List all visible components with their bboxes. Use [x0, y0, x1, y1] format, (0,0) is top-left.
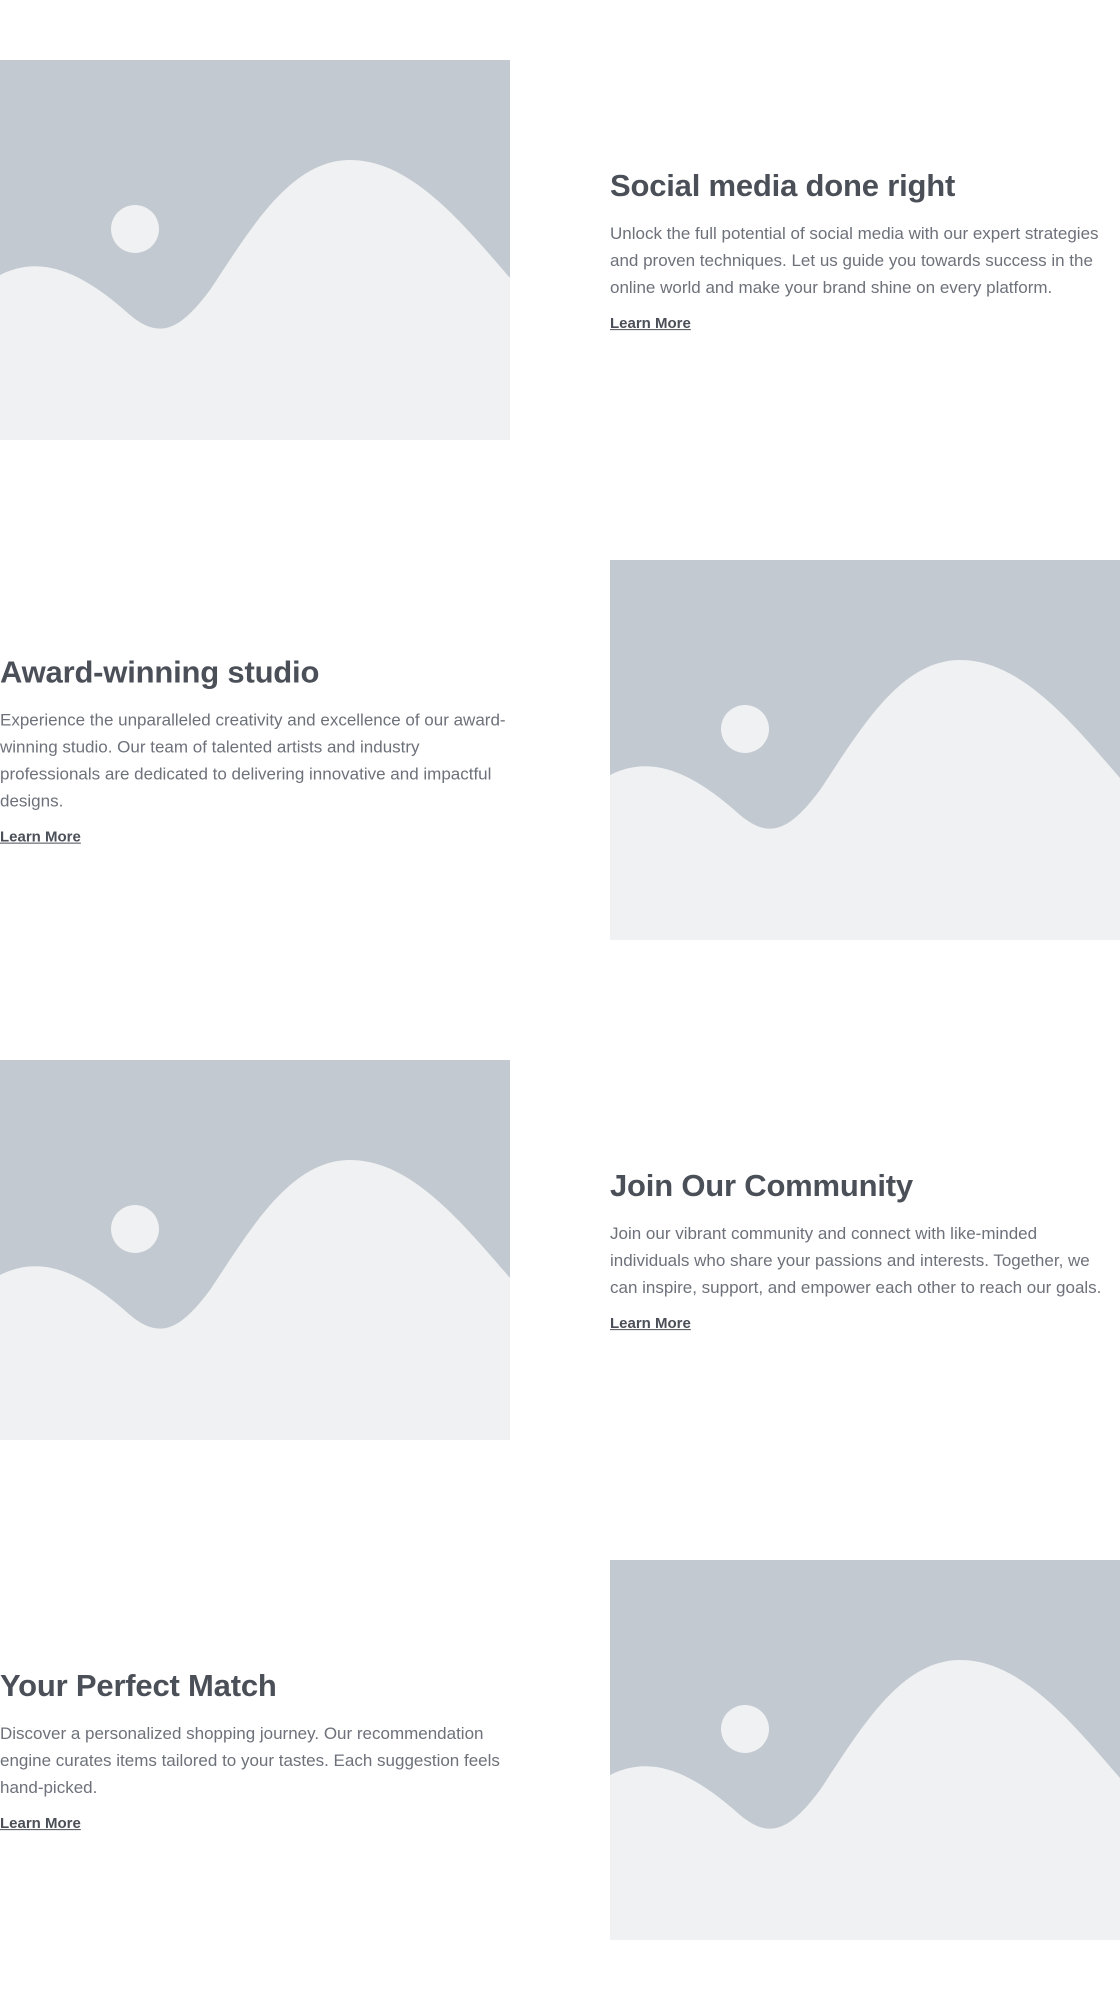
learn-more-link[interactable]: Learn More — [610, 315, 691, 332]
feature-text: Your Perfect Match Discover a personaliz… — [0, 1667, 510, 1833]
feature-row-community: Join Our Community Join our vibrant comm… — [0, 1060, 1120, 1440]
learn-more-link[interactable]: Learn More — [0, 828, 81, 845]
feature-image — [610, 1560, 1120, 1940]
image-placeholder-icon — [610, 560, 1120, 940]
feature-text: Social media done right Unlock the full … — [610, 167, 1120, 333]
feature-description: Experience the unparalleled creativity a… — [0, 710, 506, 811]
image-placeholder-icon — [610, 1560, 1120, 1940]
feature-description: Join our vibrant community and connect w… — [610, 1223, 1102, 1297]
feature-description: Unlock the full potential of social medi… — [610, 223, 1099, 297]
feature-image — [0, 60, 510, 440]
image-placeholder-icon — [0, 1060, 510, 1440]
feature-title: Award-winning studio — [0, 654, 320, 690]
feature-description: Discover a personalized shopping journey… — [0, 1723, 500, 1797]
learn-more-link[interactable]: Learn More — [0, 1815, 81, 1832]
feature-row-award-winning: Award-winning studio Experience the unpa… — [0, 560, 1120, 940]
feature-text: Award-winning studio Experience the unpa… — [0, 654, 510, 847]
feature-title: Join Our Community — [610, 1168, 913, 1204]
feature-text: Join Our Community Join our vibrant comm… — [610, 1167, 1120, 1333]
feature-title: Your Perfect Match — [0, 1668, 277, 1704]
learn-more-link[interactable]: Learn More — [610, 1315, 691, 1332]
feature-image — [0, 1060, 510, 1440]
image-placeholder-icon — [0, 60, 510, 440]
feature-row-social-media: Social media done right Unlock the full … — [0, 60, 1120, 440]
feature-title: Social media done right — [610, 168, 956, 204]
feature-row-perfect-match: Your Perfect Match Discover a personaliz… — [0, 1560, 1120, 1940]
feature-image — [610, 560, 1120, 940]
